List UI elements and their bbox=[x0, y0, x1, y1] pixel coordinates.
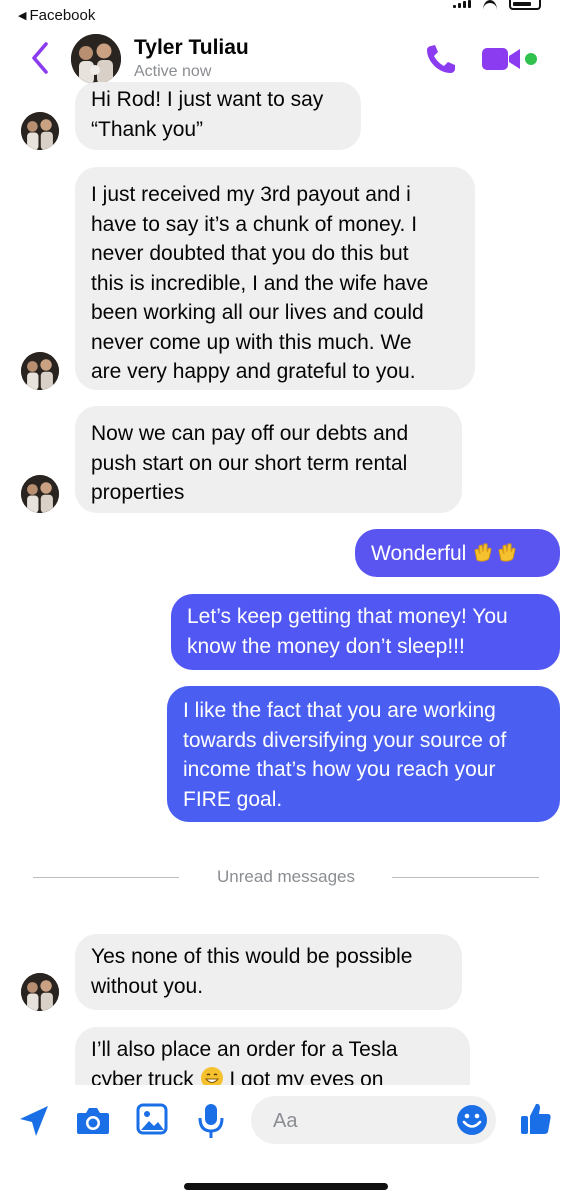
phone-icon[interactable] bbox=[424, 42, 462, 76]
message-bubble-incoming[interactable]: Now we can pay off our debts and push st… bbox=[75, 406, 462, 513]
unread-divider-label: Unread messages bbox=[217, 867, 355, 886]
contact-name[interactable]: Tyler Tuliau bbox=[134, 36, 249, 60]
message-line: never doubted that you do this but bbox=[91, 242, 409, 265]
video-camera-icon[interactable] bbox=[480, 44, 524, 74]
clapping-hands-icon bbox=[498, 543, 516, 562]
message-line: Now we can pay off our debts and bbox=[91, 422, 409, 445]
home-indicator bbox=[184, 1183, 388, 1190]
message-line: been working all our lives and could bbox=[91, 301, 424, 324]
back-arrow-icon: ◀ bbox=[18, 10, 27, 22]
message-line: “Thank you” bbox=[91, 117, 204, 141]
microphone-icon[interactable] bbox=[197, 1102, 225, 1140]
message-line: never come up with this much. We bbox=[91, 330, 412, 354]
message-line: towards diversifying your source of bbox=[183, 728, 507, 752]
chat-header: Tyler Tuliau Active now bbox=[0, 30, 571, 90]
message-line: Let’s keep getting that money! You bbox=[187, 605, 508, 628]
divider-line-left bbox=[33, 877, 179, 878]
thumbs-up-icon[interactable] bbox=[519, 1101, 553, 1137]
signal-icon bbox=[453, 0, 471, 8]
status-bar: ◀ Facebook bbox=[0, 0, 571, 30]
gallery-icon[interactable] bbox=[136, 1103, 168, 1135]
message-input[interactable] bbox=[271, 1106, 445, 1136]
message-line: know the money don’t sleep!!! bbox=[187, 634, 465, 658]
message-bubble-incoming[interactable]: I just received my 3rd payout and i have… bbox=[75, 167, 475, 390]
clapping-hands-icon bbox=[474, 543, 492, 562]
presence-status: Active now bbox=[134, 63, 212, 80]
message-line: income that’s how you reach your bbox=[183, 758, 496, 781]
message-bubble-outgoing[interactable]: I like the fact that you are working tow… bbox=[167, 686, 560, 822]
message-line: I just received my 3rd payout and i bbox=[91, 183, 411, 206]
emoji-icon[interactable] bbox=[456, 1104, 488, 1136]
status-icons bbox=[453, 0, 541, 10]
message-line: FIRE goal. bbox=[183, 787, 283, 811]
message-line: Hi Rod! I just want to say bbox=[91, 88, 324, 111]
location-arrow-icon[interactable] bbox=[17, 1103, 51, 1139]
message-input-field[interactable] bbox=[251, 1096, 496, 1144]
sender-avatar[interactable] bbox=[21, 352, 59, 390]
back-chevron-icon[interactable] bbox=[26, 40, 56, 76]
sender-avatar[interactable] bbox=[21, 973, 59, 1011]
message-bubble-incoming[interactable]: Hi Rod! I just want to say “Thank you” bbox=[75, 82, 361, 150]
back-app-label: Facebook bbox=[29, 7, 96, 24]
battery-icon bbox=[509, 0, 541, 10]
message-line: have to say it’s a chunk of money. I bbox=[91, 212, 418, 236]
message-bubble-outgoing[interactable]: Wonderful bbox=[355, 529, 560, 577]
sender-avatar[interactable] bbox=[21, 475, 59, 513]
message-line: this is incredible, I and the wife have bbox=[91, 271, 429, 295]
online-dot bbox=[525, 53, 537, 65]
message-line: I’ll also place an order for a Tesla bbox=[91, 1038, 398, 1061]
message-line: push start on our short term rental bbox=[91, 451, 408, 475]
back-to-app-link[interactable]: ◀ Facebook bbox=[18, 7, 95, 24]
message-line: properties bbox=[91, 481, 185, 504]
message-bubble-incoming[interactable]: Yes none of this would be possible witho… bbox=[75, 934, 462, 1010]
message-line: are very happy and grateful to you. bbox=[91, 360, 416, 383]
message-text: Wonderful bbox=[371, 542, 467, 565]
message-line: Yes none of this would be possible bbox=[91, 945, 413, 968]
message-line: I like the fact that you are working bbox=[183, 699, 496, 722]
wifi-icon bbox=[483, 0, 497, 10]
camera-icon[interactable] bbox=[75, 1105, 111, 1137]
contact-avatar[interactable] bbox=[71, 34, 121, 84]
sender-avatar[interactable] bbox=[21, 112, 59, 150]
message-line: without you. bbox=[91, 974, 204, 998]
message-bubble-outgoing[interactable]: Let’s keep getting that money! You know … bbox=[171, 594, 560, 670]
divider-line-right bbox=[392, 877, 539, 878]
